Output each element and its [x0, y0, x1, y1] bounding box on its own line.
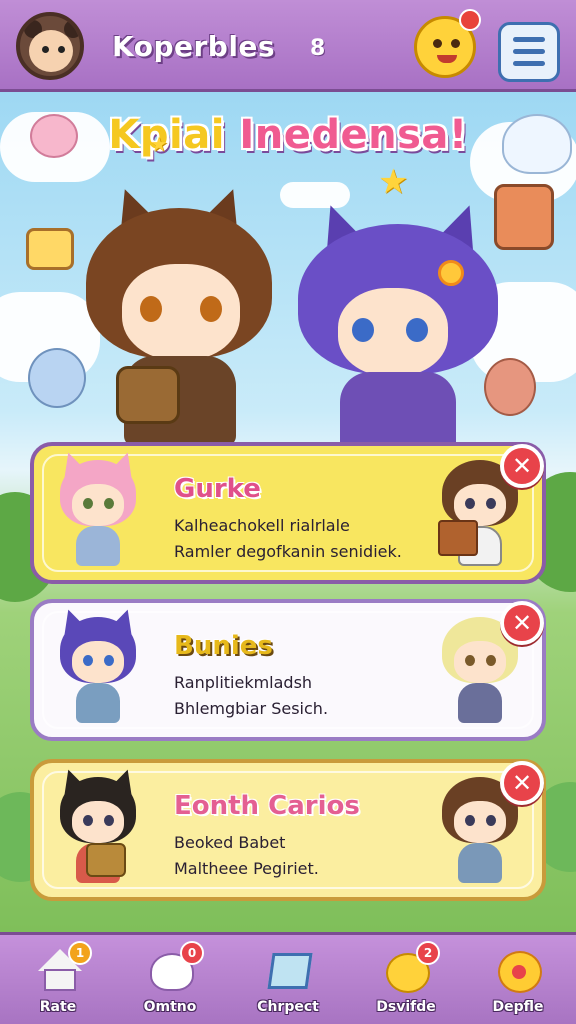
game-scene: Kpiai Inedensa! ★ ★ Gurke Kalheachokell …	[0, 92, 576, 932]
star-icon: ★	[150, 132, 168, 156]
nav-item-rate[interactable]: 1 Rate	[8, 941, 108, 1024]
flower-icon	[438, 260, 464, 286]
bucket-icon	[86, 843, 126, 877]
card-description-line-1: Ranplitiekmladsh	[174, 673, 313, 692]
nav-label: Chrpect	[257, 999, 319, 1015]
menu-icon	[513, 37, 545, 42]
banner-title: Kpiai Inedensa!	[0, 112, 576, 158]
character-purple-hair[interactable]	[298, 198, 502, 452]
close-icon[interactable]: ✕	[500, 444, 544, 488]
card-description-line-1: Beoked Babet	[174, 833, 286, 852]
bottom-nav: 1 Rate 0 Omtno Chrpect 2 Dsvifde Depfle	[0, 932, 576, 1024]
robot-sticker-icon	[494, 184, 554, 250]
banner-title-part2: Inedensa!	[239, 112, 468, 158]
card-name: Gurke	[174, 474, 261, 504]
header-count: 8	[310, 36, 326, 61]
nav-label: Dsvifde	[376, 999, 436, 1015]
nav-item-omtno[interactable]: 0 Omtno	[120, 941, 220, 1024]
tv-sticker-icon	[26, 228, 74, 270]
top-bar: Koperbles 8	[0, 0, 576, 92]
character-card-1[interactable]: Gurke Kalheachokell rialrlale Ramler deg…	[30, 442, 546, 584]
menu-button[interactable]	[498, 22, 560, 82]
notification-pin-icon	[459, 9, 481, 31]
mascot-icon[interactable]	[414, 9, 481, 78]
book-icon	[438, 520, 478, 556]
character-card-3[interactable]: Eonth Carios Beoked Babet Maltheee Pegir…	[30, 759, 546, 901]
nav-badge: 2	[416, 941, 440, 965]
card-description-line-2: Maltheee Pegiriet.	[174, 859, 319, 878]
nav-label: Omtno	[143, 999, 197, 1015]
card-portrait-pink-cat	[50, 448, 146, 572]
card-portrait-purple-cat	[50, 605, 146, 729]
nav-item-dsvifde[interactable]: 2 Dsvifde	[356, 941, 456, 1024]
card-description-line-1: Kalheachokell rialrlale	[174, 516, 350, 535]
close-icon[interactable]: ✕	[500, 601, 544, 645]
card-description-line-2: Ramler degofkanin senidiek.	[174, 542, 402, 561]
nav-label: Depfle	[492, 999, 544, 1015]
card-description-line-2: Bhlemgbiar Sesich.	[174, 699, 329, 718]
character-card-2[interactable]: Bunies Ranplitiekmladsh Bhlemgbiar Sesic…	[30, 599, 546, 741]
character-brown-hair[interactable]	[78, 182, 278, 446]
profile-mascot-icon	[494, 947, 544, 993]
nav-badge: 0	[180, 941, 204, 965]
nav-badge: 1	[68, 941, 92, 965]
card-portrait-black-cat	[50, 765, 146, 889]
card-name: Eonth Carios	[174, 791, 360, 821]
nav-item-depfle[interactable]: Depfle	[468, 943, 568, 1024]
map-icon	[264, 947, 314, 993]
close-icon[interactable]: ✕	[500, 761, 544, 805]
pink-cat-sticker-icon	[30, 114, 78, 158]
nav-item-chrpect[interactable]: Chrpect	[238, 943, 338, 1024]
backpack-icon	[116, 366, 180, 424]
ghost-sticker-icon	[502, 114, 572, 174]
nav-label: Rate	[39, 999, 77, 1015]
player-avatar[interactable]	[16, 12, 84, 80]
app-title: Koperbles	[112, 30, 276, 63]
card-name: Bunies	[174, 631, 273, 661]
star-icon: ★	[378, 162, 409, 202]
